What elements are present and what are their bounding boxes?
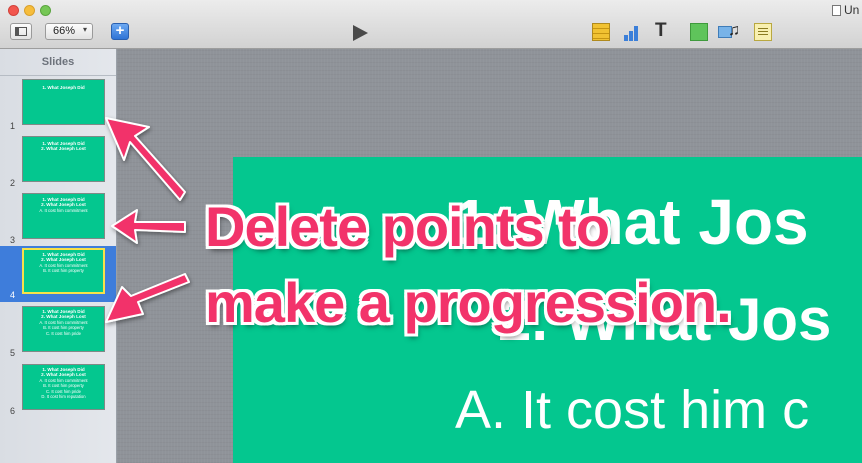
slide-thumbnail-row[interactable]: 2 1. What Joseph Did 2. What Joseph Lost [0,134,116,190]
slide-title-line-1[interactable]: 1. What Jos [453,185,809,259]
slide-bullet-a[interactable]: A. It cost him c [455,379,809,441]
slide-title-line-2[interactable]: 2. What Jos [498,285,831,354]
slide-number: 4 [10,290,16,300]
text-icon[interactable]: T [655,20,673,41]
slide-thumbnail[interactable]: 1. What Joseph Did [22,79,105,125]
slide-thumbnail-row[interactable]: 3 1. What Joseph Did 2. What Joseph Lost A.… [0,191,116,247]
thumbnail-bullet: B. It cost him property [43,268,84,274]
slide-thumbnail-row[interactable]: 5 1. What Joseph Did 2. What Joseph Lost A.… [0,304,116,360]
minimize-window-button[interactable] [24,5,35,16]
zoom-select[interactable]: 66% ▾ [45,23,93,40]
thumbnail-bullet: C. It cost him pride [46,330,81,336]
slide-editor[interactable]: 1. What Jos 2. What Jos A. It cost him c [233,157,862,463]
slide-number: 5 [10,348,16,358]
slides-sidebar: Slides 1 1. What Joseph Did 2 1. What Josep… [0,49,117,463]
thumbnail-heading: 1. What Joseph Did [42,85,85,90]
plus-icon: + [115,22,125,39]
add-slide-button[interactable]: + [111,22,129,40]
chart-icon[interactable] [623,23,641,41]
view-button[interactable] [10,23,32,40]
close-window-button[interactable] [8,5,19,16]
slide-number: 2 [10,178,16,188]
thumbnail-bullet: A. It cost him commitment [39,207,88,213]
slide-thumbnail[interactable]: 1. What Joseph Did 2. What Joseph Lost [22,136,105,182]
slide-thumbnail[interactable]: 1. What Joseph Did 2. What Joseph Lost A. … [22,364,105,410]
chevron-down-icon: ▾ [82,25,87,34]
document-icon [832,5,841,16]
thumbnail-bullet: D. It cost him reputation [41,394,86,400]
slide-number: 3 [10,235,16,245]
media-icon[interactable]: ♫ [718,22,740,41]
zoom-value: 66% [53,25,76,37]
sidebar-header: Slides [0,49,116,76]
sidebar-view-icon [15,27,27,36]
slide-thumbnail[interactable]: 1. What Joseph Did 2. What Joseph Lost A. … [22,248,105,294]
zoom-window-button[interactable] [40,5,51,16]
slide-number: 1 [10,121,16,131]
thumbnail-heading: 2. What Joseph Lost [41,146,86,152]
slide-canvas[interactable]: 1. What Jos 2. What Jos A. It cost him c [117,49,862,463]
slide-thumbnail-row[interactable]: 6 1. What Joseph Did 2. What Joseph Lost A.… [0,362,116,418]
table-icon[interactable] [592,23,610,41]
slide-thumbnail[interactable]: 1. What Joseph Did 2. What Joseph Lost A. … [22,306,105,352]
toolbar: 66% ▾ + T ♫ Un [0,0,862,49]
slide-thumbnail-row[interactable]: 4 1. What Joseph Did 2. What Joseph Lost A.… [0,246,116,302]
slide-number: 6 [10,406,16,416]
shape-icon[interactable] [690,23,708,41]
slide-thumbnail[interactable]: 1. What Joseph Did 2. What Joseph Lost A. … [22,193,105,239]
slide-thumbnail-row[interactable]: 1 1. What Joseph Did [0,77,116,133]
document-title: Un [844,3,860,17]
play-icon[interactable] [353,25,368,41]
comment-icon[interactable] [754,23,772,41]
